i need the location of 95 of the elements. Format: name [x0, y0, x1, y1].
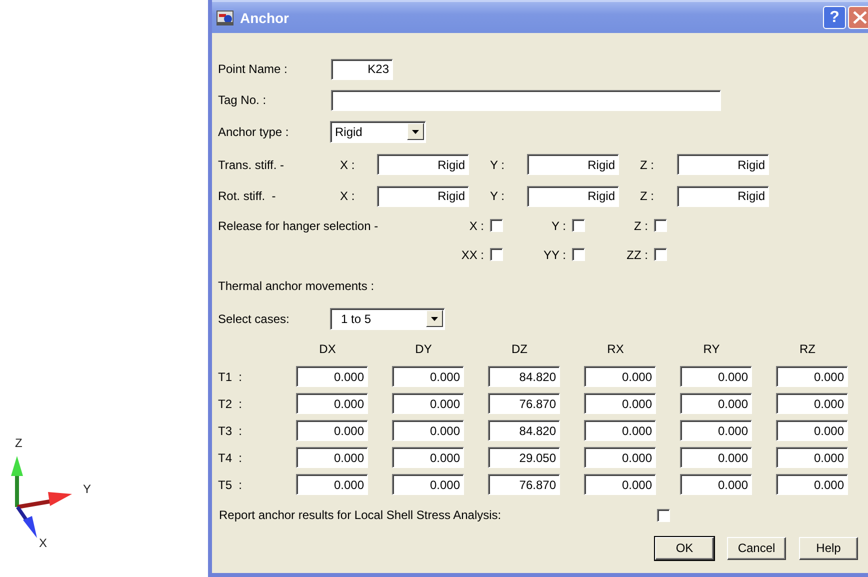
point-name-field[interactable]: K23	[331, 58, 393, 80]
stiffness-field[interactable]: Rigid	[377, 186, 469, 206]
value-field[interactable]: 0.000	[392, 420, 464, 441]
stiffness-field[interactable]: Rigid	[677, 154, 769, 175]
value-field[interactable]: 0.000	[584, 474, 656, 495]
field-label: Trans. stiff. -	[218, 158, 286, 172]
field-label: Rot. stiff. -	[218, 189, 277, 203]
z-axis-arrow	[11, 456, 23, 507]
value-field[interactable]: 0.000	[392, 366, 464, 387]
dialog-button[interactable]: Help	[799, 536, 858, 560]
value-field[interactable]: 76.870	[488, 474, 560, 495]
value-field[interactable]: 0.000	[584, 420, 656, 441]
value-field[interactable]: 0.000	[776, 447, 848, 468]
field-label: Thermal anchor movements :	[218, 278, 374, 292]
value-field[interactable]: 0.000	[296, 474, 368, 495]
value-field[interactable]: 0.000	[296, 393, 368, 414]
field-label: XX :	[460, 248, 485, 262]
column-header: RX	[606, 342, 625, 356]
dropdown-arrow-icon	[431, 316, 438, 320]
value-field[interactable]: 0.000	[680, 366, 752, 387]
dialog-button[interactable]: OK	[655, 536, 714, 560]
value-field[interactable]: 76.870	[488, 393, 560, 414]
field-label: Z :	[640, 158, 655, 172]
field-label: Anchor type :	[218, 124, 290, 138]
field-label: Y :	[550, 219, 567, 233]
field-label: X :	[340, 189, 356, 203]
value-field[interactable]: 0.000	[392, 474, 464, 495]
value-field[interactable]: 84.820	[488, 420, 560, 441]
stiffness-field[interactable]: Rigid	[527, 154, 619, 175]
dialog-button[interactable]: Cancel	[727, 536, 786, 560]
axis-label: X	[39, 536, 48, 550]
checkbox[interactable]	[657, 508, 670, 522]
value-field[interactable]: 0.000	[776, 474, 848, 495]
value-field[interactable]: 0.000	[776, 393, 848, 414]
value-field[interactable]: 0.000	[584, 447, 656, 468]
checkbox[interactable]	[654, 219, 667, 232]
value-field[interactable]: 0.000	[776, 366, 848, 387]
field-label: X :	[340, 158, 356, 172]
checkbox[interactable]	[572, 219, 585, 232]
anchor-type-dropdown[interactable]: Rigid	[330, 120, 426, 142]
value-field[interactable]: 0.000	[680, 447, 752, 468]
checkbox[interactable]	[654, 248, 667, 261]
value-field[interactable]: 0.000	[296, 420, 368, 441]
row-label: T4 :	[218, 450, 244, 464]
value-field[interactable]: 0.000	[392, 447, 464, 468]
row-label: T1 :	[218, 370, 244, 384]
dropdown-arrow-icon	[412, 130, 419, 134]
value-field[interactable]: 0.000	[680, 474, 752, 495]
row-label: T5 :	[218, 478, 244, 492]
column-header: RZ	[798, 342, 816, 356]
value-field[interactable]: 0.000	[296, 366, 368, 387]
field-label: YY :	[542, 248, 567, 262]
tag-number-field[interactable]	[331, 90, 721, 110]
value-field[interactable]: 0.000	[392, 393, 464, 414]
row-label: T2 :	[218, 396, 244, 410]
field-label: Y :	[490, 189, 506, 203]
value-field[interactable]: 84.820	[488, 366, 560, 387]
x-axis-arrow	[16, 506, 37, 538]
axis-label: Z	[15, 436, 22, 450]
value-field[interactable]: 0.000	[584, 366, 656, 387]
field-label: Point Name :	[218, 62, 288, 76]
close-button[interactable]	[848, 6, 868, 29]
value-field[interactable]: 0.000	[296, 447, 368, 468]
field-label: Tag No. :	[218, 93, 268, 107]
cases-dropdown[interactable]: 1 to 5	[330, 308, 445, 330]
column-header: DZ	[510, 342, 528, 356]
stiffness-field[interactable]: Rigid	[677, 186, 769, 206]
field-label: X :	[468, 219, 485, 233]
field-label: ZZ :	[626, 248, 649, 262]
column-header: DY	[414, 342, 433, 356]
value-field[interactable]: 0.000	[776, 420, 848, 441]
value-field[interactable]: 0.000	[584, 393, 656, 414]
column-header: RY	[702, 342, 721, 356]
field-label: Z :	[640, 189, 655, 203]
checkbox[interactable]	[572, 248, 585, 261]
app-icon	[216, 10, 234, 26]
stiffness-field[interactable]: Rigid	[527, 186, 619, 206]
checkbox[interactable]	[490, 219, 503, 232]
window-title: Anchor	[240, 10, 290, 26]
value-field[interactable]: 29.050	[488, 447, 560, 468]
column-header: DX	[318, 342, 337, 356]
value-field[interactable]: 0.000	[680, 420, 752, 441]
field-label: Release for hanger selection -	[218, 219, 380, 233]
field-label: Select cases:	[218, 312, 290, 326]
field-label: Report anchor results for Local Shell Stress Analysis:	[218, 508, 502, 522]
checkbox[interactable]	[490, 248, 503, 261]
stiffness-field[interactable]: Rigid	[377, 154, 469, 175]
axis-label: Y	[83, 482, 92, 496]
field-label: Z :	[633, 219, 649, 233]
close-icon	[853, 11, 867, 24]
row-label: T3 :	[218, 424, 244, 438]
y-axis-arrow	[17, 492, 72, 509]
field-label: Y :	[490, 158, 506, 172]
help-button[interactable]: ?	[823, 6, 846, 29]
value-field[interactable]: 0.000	[680, 393, 752, 414]
